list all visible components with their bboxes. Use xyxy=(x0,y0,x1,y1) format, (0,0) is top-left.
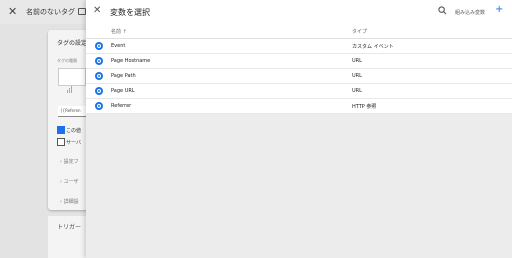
analytics-icon xyxy=(67,74,73,93)
tag-type-label: タグの種類 xyxy=(57,58,77,63)
variable-name: Event xyxy=(111,43,126,49)
column-type-header: タイプ xyxy=(352,29,368,35)
trigger-title: トリガー xyxy=(57,224,82,231)
variable-icon xyxy=(95,42,103,50)
table-row[interactable]: Event カスタム イベント xyxy=(86,39,512,54)
variable-type: HTTP 参照 xyxy=(352,104,377,110)
variable-type: カスタム イベント xyxy=(352,44,394,50)
variable-type: URL xyxy=(352,58,362,64)
tag-title[interactable]: 名前のないタグ xyxy=(26,7,75,17)
variable-type: URL xyxy=(352,73,362,79)
expand-section[interactable]: › ユーザ xyxy=(60,178,79,185)
table-row[interactable]: Referrer HTTP 参照 xyxy=(86,99,512,114)
table-header: 名前 ↑ タイプ xyxy=(86,24,512,39)
table-row[interactable]: Page URL URL xyxy=(86,84,512,99)
variable-type: URL xyxy=(352,88,362,94)
variable-name: Page Path xyxy=(111,73,136,79)
checkbox-label: この値 xyxy=(66,128,82,134)
variable-name: Referrer xyxy=(111,103,132,109)
checkbox-label: サーバ xyxy=(66,140,81,146)
builtin-variables-link[interactable]: 組み込み変数 xyxy=(455,9,485,16)
variable-icon xyxy=(95,102,103,110)
add-icon[interactable]: + xyxy=(495,4,503,15)
variables-table: 名前 ↑ タイプ Event カスタム イベント Page Hostname U… xyxy=(86,24,512,114)
table-row[interactable]: Page Hostname URL xyxy=(86,54,512,69)
expand-section[interactable]: › 設定フ xyxy=(60,158,79,165)
folder-icon[interactable] xyxy=(78,8,86,15)
table-row[interactable]: Page Path URL xyxy=(86,69,512,84)
variable-icon xyxy=(95,57,103,65)
close-icon[interactable]: ✕ xyxy=(8,5,17,18)
search-icon[interactable] xyxy=(438,6,447,15)
column-name-header[interactable]: 名前 ↑ xyxy=(111,28,127,35)
variable-icon xyxy=(95,87,103,95)
panel-header: ✕ 変数を選択 組み込み変数 + xyxy=(86,0,512,24)
tag-type-selector[interactable] xyxy=(58,68,86,93)
card-title: タグの設定 xyxy=(57,40,88,47)
variable-name: Page URL xyxy=(111,88,135,94)
expand-section[interactable]: › 詳細設 xyxy=(60,198,79,205)
variable-name: Page Hostname xyxy=(111,58,151,64)
panel-title: 変数を選択 xyxy=(110,8,150,17)
variable-icon xyxy=(95,72,103,80)
close-icon[interactable]: ✕ xyxy=(93,5,101,16)
checkbox-checked[interactable] xyxy=(57,126,65,134)
variable-select-panel: ✕ 変数を選択 組み込み変数 + 名前 ↑ タイプ Event カスタム イベン… xyxy=(86,0,512,258)
checkbox[interactable] xyxy=(57,138,65,146)
